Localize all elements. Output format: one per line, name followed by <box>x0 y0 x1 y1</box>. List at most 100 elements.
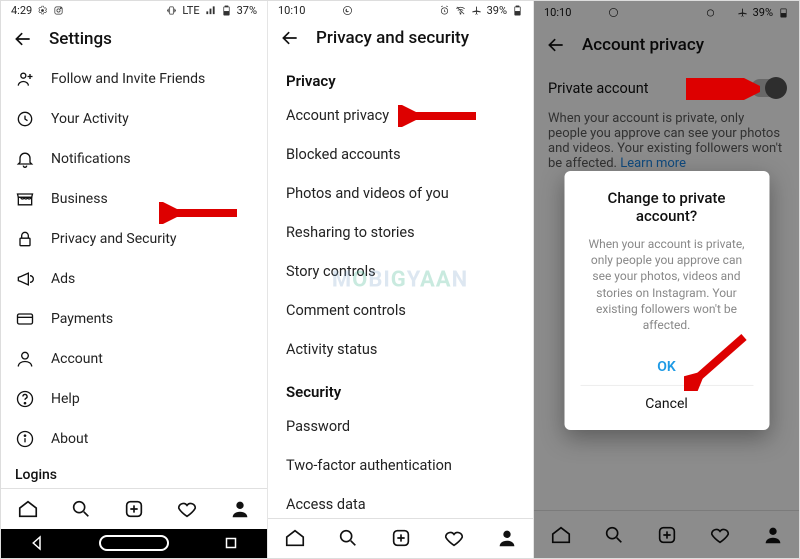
profile-icon[interactable] <box>496 527 518 549</box>
status-bar: 4:29 LTE 37% <box>1 1 267 20</box>
info-icon <box>15 429 35 449</box>
alarm-icon <box>439 5 450 16</box>
back-icon[interactable] <box>280 28 300 48</box>
battery-icon <box>512 5 523 16</box>
row-label: Access data <box>286 496 366 513</box>
row-label: Photos and videos of you <box>286 185 449 202</box>
row-photos-of-you[interactable]: Photos and videos of you <box>268 174 533 213</box>
home-softkey[interactable] <box>99 535 169 551</box>
app-icon <box>53 5 64 16</box>
row-label: Help <box>51 391 80 407</box>
row-notifications[interactable]: Notifications <box>1 139 267 179</box>
recent-softkey[interactable] <box>222 534 240 552</box>
row-label: Account <box>51 351 103 367</box>
download-icon <box>310 5 321 16</box>
dialog-ok-button[interactable]: OK <box>580 349 753 385</box>
row-label: Activity status <box>286 341 377 358</box>
row-label: Blocked accounts <box>286 146 401 163</box>
row-label: Follow and Invite Friends <box>51 71 205 87</box>
row-label: Notifications <box>51 151 131 167</box>
row-access-data[interactable]: Access data <box>268 485 533 517</box>
row-help[interactable]: Help <box>1 379 267 419</box>
dialog-cancel-button[interactable]: Cancel <box>580 385 753 422</box>
settings-screen: 4:29 LTE 37% Settings Follow and Invite … <box>1 1 267 558</box>
row-account[interactable]: Account <box>1 339 267 379</box>
gear-icon <box>37 5 48 16</box>
row-comment-controls[interactable]: Comment controls <box>268 291 533 330</box>
status-battery: 37% <box>237 4 257 17</box>
storefront-icon <box>15 189 35 209</box>
row-password[interactable]: Password <box>268 407 533 446</box>
row-label: Password <box>286 418 350 435</box>
dialog-message: When your account is private, only peopl… <box>580 236 753 333</box>
row-follow-invite[interactable]: Follow and Invite Friends <box>1 59 267 99</box>
row-label: Privacy and Security <box>51 231 177 247</box>
help-icon <box>15 389 35 409</box>
row-blocked-accounts[interactable]: Blocked accounts <box>268 135 533 174</box>
add-post-icon[interactable] <box>123 498 145 520</box>
page-title: Privacy and security <box>316 28 469 48</box>
row-resharing[interactable]: Resharing to stories <box>268 213 533 252</box>
logins-label: Logins <box>1 459 267 487</box>
add-friend-icon <box>15 69 35 89</box>
user-icon <box>15 349 35 369</box>
row-label: Ads <box>51 271 75 287</box>
clock-icon <box>15 109 35 129</box>
row-label: Business <box>51 191 108 207</box>
bottom-nav <box>1 488 267 529</box>
card-icon <box>15 309 35 329</box>
add-post-icon[interactable] <box>390 527 412 549</box>
page-title: Settings <box>49 29 112 49</box>
android-softkeys <box>1 529 267 558</box>
confirm-dialog: Change to private account? When your acc… <box>564 170 769 430</box>
heart-icon[interactable] <box>443 527 465 549</box>
wifi-off-icon <box>455 5 466 16</box>
battery-icon <box>221 5 232 16</box>
row-about[interactable]: About <box>1 419 267 459</box>
row-label: Payments <box>51 311 113 327</box>
status-time: 4:29 <box>11 4 32 17</box>
status-time: 10:10 <box>278 4 305 17</box>
row-label: Comment controls <box>286 302 406 319</box>
row-business[interactable]: Business <box>1 179 267 219</box>
bell-icon <box>15 149 35 169</box>
megaphone-icon <box>15 269 35 289</box>
header: Settings <box>1 20 267 58</box>
whatsapp-icon <box>342 5 353 16</box>
signal-icon <box>205 5 216 16</box>
status-battery: 39% <box>487 4 507 17</box>
row-activity-status[interactable]: Activity status <box>268 330 533 369</box>
row-ads[interactable]: Ads <box>1 259 267 299</box>
watermark: MOBIGYAAN <box>332 267 468 292</box>
back-icon[interactable] <box>13 29 33 49</box>
settings-list: Follow and Invite Friends Your Activity … <box>1 57 267 488</box>
airplane-icon <box>471 5 482 16</box>
profile-icon[interactable] <box>229 498 251 520</box>
vibrate-icon <box>166 5 177 16</box>
row-label: Resharing to stories <box>286 224 415 241</box>
row-account-privacy[interactable]: Account privacy <box>268 96 533 135</box>
row-privacy-security[interactable]: Privacy and Security <box>1 219 267 259</box>
status-net: LTE <box>182 4 199 17</box>
row-label: Two-factor authentication <box>286 457 452 474</box>
home-icon[interactable] <box>17 498 39 520</box>
row-label: About <box>51 431 88 447</box>
search-icon[interactable] <box>70 498 92 520</box>
bottom-nav <box>268 518 533 558</box>
row-label: Account privacy <box>286 107 389 124</box>
heart-icon[interactable] <box>176 498 198 520</box>
home-icon[interactable] <box>284 527 306 549</box>
section-security: Security <box>268 369 533 407</box>
row-label: Your Activity <box>51 111 129 127</box>
row-2fa[interactable]: Two-factor authentication <box>268 446 533 485</box>
search-icon[interactable] <box>337 527 359 549</box>
row-payments[interactable]: Payments <box>1 299 267 339</box>
dialog-title: Change to private account? <box>580 188 753 226</box>
status-bar: 10:10 39% <box>268 1 533 19</box>
account-privacy-screen: 10:10 39% Account privacy Priva <box>533 1 799 558</box>
header: Privacy and security <box>268 19 533 56</box>
download-icon <box>326 5 337 16</box>
row-activity[interactable]: Your Activity <box>1 99 267 139</box>
back-softkey[interactable] <box>28 534 46 552</box>
lock-icon <box>15 229 35 249</box>
